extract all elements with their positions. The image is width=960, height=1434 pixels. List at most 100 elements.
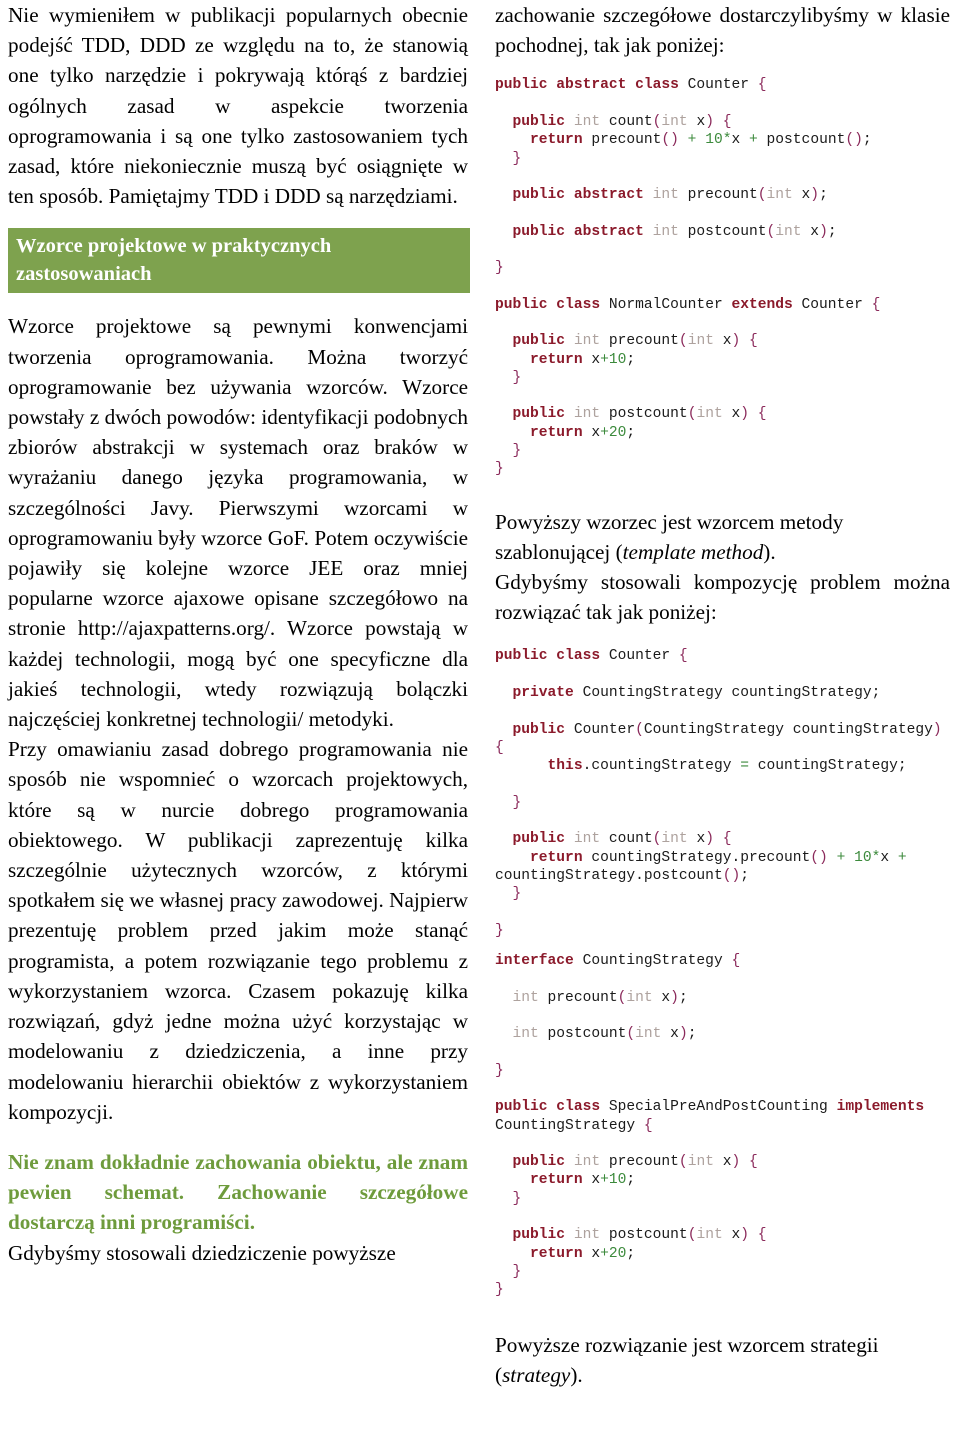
code-token: implements xyxy=(836,1099,933,1116)
code-token: x xyxy=(591,351,601,368)
code-token: ) xyxy=(731,1154,749,1171)
code-token: ) xyxy=(810,187,820,204)
code-token: x xyxy=(670,1026,679,1043)
code-token: x xyxy=(880,849,890,866)
code-token: { xyxy=(643,1117,653,1134)
left-paragraph-4-start: Gdybyśmy stosowali dziedziczenie powyższ… xyxy=(8,1240,396,1265)
code-token: this xyxy=(547,758,583,775)
right-paragraph-1: zachowanie szczegółowe dostarczylibyśmy … xyxy=(495,3,950,58)
code-token: { xyxy=(722,831,732,848)
code-token: public xyxy=(512,333,574,350)
document-page: Nie wymieniłem w publikacji popularnych … xyxy=(0,0,960,1434)
code-token: public xyxy=(512,1154,574,1171)
code-token: int xyxy=(696,1227,732,1244)
code-token: { xyxy=(495,739,504,756)
code-token: return xyxy=(530,424,592,441)
code-token: () xyxy=(722,868,741,885)
code-token: return xyxy=(530,849,592,866)
code-token: precount xyxy=(608,1154,679,1171)
code-token: countingStrategy.precount xyxy=(591,849,811,866)
strategy-pre: ( xyxy=(495,1362,503,1387)
code-token: + xyxy=(600,424,609,441)
code-token: countingStrategy.postcount xyxy=(495,868,723,885)
code-token: x xyxy=(591,1172,601,1189)
code-token: public xyxy=(512,831,574,848)
code-token: { xyxy=(731,953,741,970)
code-token: extends xyxy=(731,296,802,313)
code-token: + xyxy=(600,1172,609,1189)
code-token: x xyxy=(810,223,820,240)
green-callout-text: Nie znam dokładnie zachowania obiektu, a… xyxy=(8,1149,468,1235)
code-token: { xyxy=(722,114,732,130)
code-token: ; xyxy=(827,223,837,240)
right-paragraph-4-line1: Powyższe rozwiązanie jest wzorcem strate… xyxy=(495,1332,879,1357)
code-token: x xyxy=(731,132,741,149)
code-token: NormalCounter xyxy=(608,296,732,313)
code-token: count xyxy=(608,831,653,848)
code-token: ; xyxy=(862,132,872,149)
code-token: 10 xyxy=(608,351,627,368)
code-token: } xyxy=(495,461,504,478)
code-token: x xyxy=(591,424,601,441)
code-token: return xyxy=(530,1172,592,1189)
code-token: public abstract xyxy=(512,187,653,204)
code-token: } xyxy=(495,1282,504,1299)
code-token: ( xyxy=(678,333,688,350)
code-token: 20 xyxy=(608,1245,627,1262)
code-token: int xyxy=(573,1227,609,1244)
code-token: ; xyxy=(678,989,688,1006)
code-token: { xyxy=(757,1227,767,1244)
code-token: } xyxy=(512,794,522,811)
code-token: ) xyxy=(731,333,749,350)
code-token: { xyxy=(678,648,688,665)
code-token: .countingStrategy xyxy=(582,758,741,775)
code-token: = xyxy=(740,758,749,775)
code-token: + xyxy=(827,849,855,866)
code-token: public xyxy=(512,114,574,130)
code-token: postcount xyxy=(608,1227,688,1244)
code-token: postcount xyxy=(687,223,767,240)
code-token: int xyxy=(573,333,609,350)
code-token: int xyxy=(573,114,609,130)
code-token: CountingStrategy countingStrategy xyxy=(643,721,933,738)
code-token: public xyxy=(512,721,574,738)
code-token: return xyxy=(530,132,592,149)
code-token: public xyxy=(512,1227,574,1244)
template-method-post: ). xyxy=(763,539,776,564)
left-paragraph-1: Nie wymieniłem w publikacji popularnych … xyxy=(8,3,468,209)
code-token: Counter xyxy=(573,721,636,738)
code-token: ( xyxy=(626,1026,636,1043)
code-token: postcount xyxy=(547,1026,627,1043)
code-token: precount xyxy=(591,132,662,149)
code-token: Counter xyxy=(687,77,758,94)
code-token: ; xyxy=(626,424,636,441)
code-token: int xyxy=(766,187,802,204)
code-token: count xyxy=(608,114,653,130)
code-token: } xyxy=(495,1062,504,1079)
left-paragraph-2: Wzorce projektowe są pewnymi konwencjami… xyxy=(8,314,468,732)
code-token: x xyxy=(731,1227,741,1244)
code-token: ) xyxy=(932,721,951,738)
code-token: public class xyxy=(495,296,609,313)
code-token: ) xyxy=(705,831,723,848)
code-token: Counter xyxy=(801,296,872,313)
right-paragraph-4-line2: (strategy). xyxy=(495,1360,950,1390)
code-token: { xyxy=(749,1154,758,1171)
code-token: int xyxy=(626,989,662,1006)
code-token: x xyxy=(731,406,741,423)
code-token: countingStrategy; xyxy=(748,758,907,775)
